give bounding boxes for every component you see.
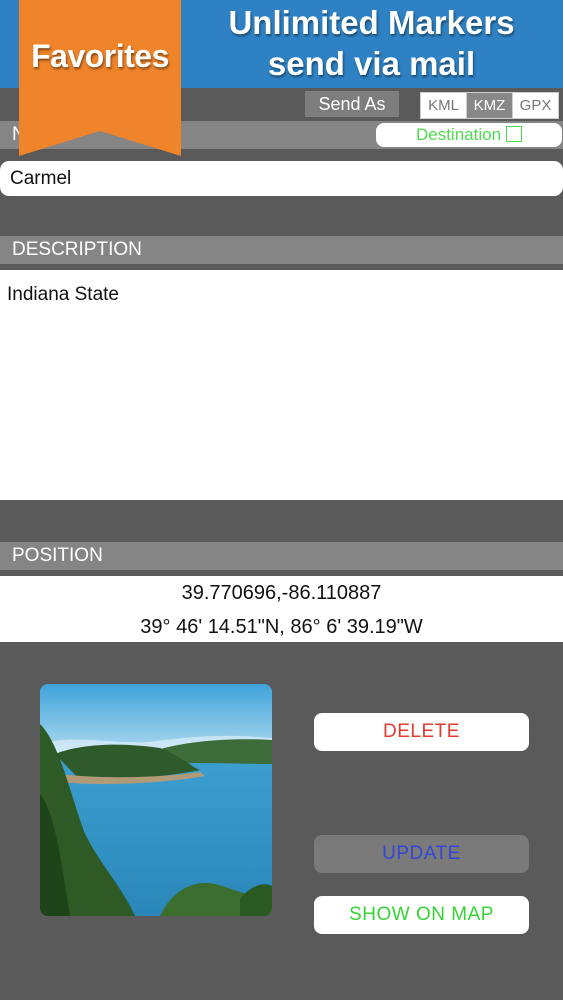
position-dms: 39° 46' 14.51"N, 86° 6' 39.19"W: [140, 616, 423, 638]
send-as-label: Send As: [305, 91, 399, 117]
location-photo[interactable]: [40, 684, 272, 916]
banner-line-1: Unlimited Markers: [228, 4, 515, 41]
favorites-ribbon-label: Favorites: [31, 38, 169, 74]
update-button[interactable]: UPDATE: [314, 835, 529, 873]
checkbox-icon[interactable]: [506, 126, 523, 142]
format-selector: KML KMZ GPX: [420, 92, 559, 119]
banner-title: Unlimited Markers send via mail: [180, 2, 563, 84]
section-header-position: POSITION: [0, 542, 563, 570]
show-on-map-button[interactable]: SHOW ON MAP: [314, 896, 529, 934]
description-field[interactable]: Indiana State: [0, 270, 563, 500]
delete-button[interactable]: DELETE: [314, 713, 529, 751]
format-kml[interactable]: KML: [421, 93, 466, 118]
format-kmz[interactable]: KMZ: [466, 93, 512, 118]
format-gpx[interactable]: GPX: [512, 93, 558, 118]
lake-photo-image: [40, 684, 272, 916]
position-decimal: 39.770696,-86.110887: [181, 582, 382, 604]
section-header-description: DESCRIPTION: [0, 236, 563, 264]
name-field[interactable]: Carmel: [0, 161, 563, 196]
destination-toggle[interactable]: Destination: [376, 123, 562, 147]
banner-line-2: send via mail: [267, 45, 476, 82]
position-display: 39.770696,-86.110887 39° 46' 14.51"N, 86…: [0, 576, 563, 642]
destination-label: Destination: [415, 125, 502, 144]
